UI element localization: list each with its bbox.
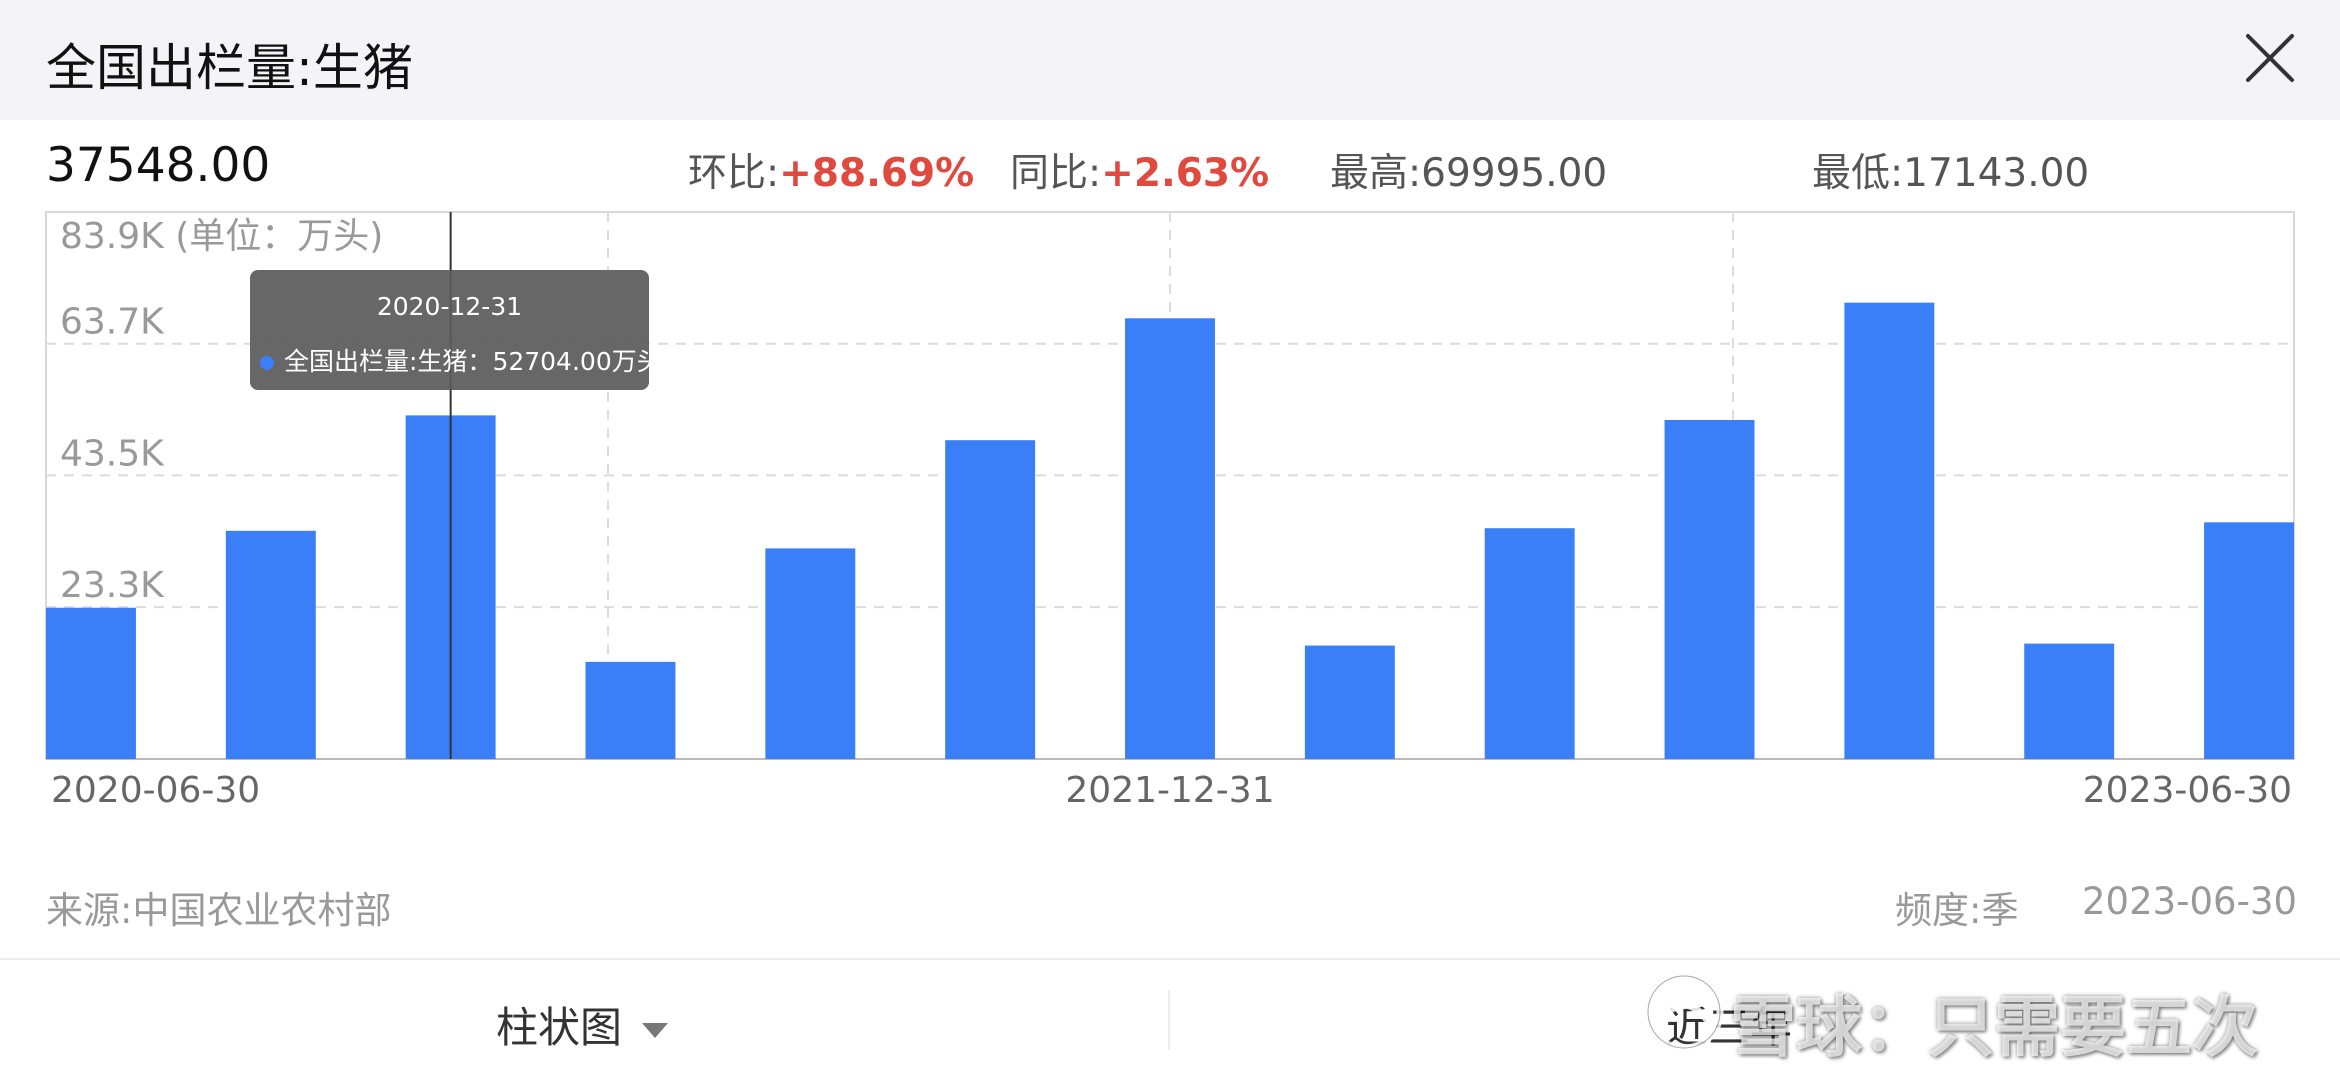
bar-chart[interactable]: 83.9K (单位：万头) 63.7K 43.5K 23.3K 2020-06-30 20… (0, 0, 2340, 860)
y-tick-label: 23.3K (60, 565, 165, 606)
chevron-down-icon (642, 1023, 669, 1038)
x-tick-label: 2020-06-30 (51, 770, 260, 811)
bar-2020-09-30[interactable] (225, 530, 316, 759)
y-tick-label: 43.5K (60, 433, 165, 474)
data-source: 来源:中国农业农村部 (46, 889, 392, 932)
y-tick-label: 63.7K (60, 302, 165, 343)
bar-2023-03-31[interactable] (2024, 643, 2115, 759)
bar-2020-06-30[interactable] (46, 607, 136, 759)
range-label: 近三年 (1666, 1003, 1793, 1052)
tooltip-row: 全国出栏量:生猪：52704.00万头 (260, 342, 662, 378)
tooltip-series-label: 全国出栏量:生猪： (284, 347, 493, 376)
bar-2022-09-30[interactable] (1664, 419, 1755, 759)
tooltip-date: 2020-12-31 (376, 292, 523, 321)
series-dot-icon (260, 356, 274, 370)
bar-2021-03-31[interactable] (585, 661, 676, 759)
bar-2021-06-30[interactable] (765, 548, 856, 759)
footer-info: 来源:中国农业农村部 频度:季 2023-06-30 (0, 880, 2340, 932)
chart-type-label: 柱状图 (496, 1003, 623, 1052)
latest-date: 2023-06-30 (2082, 880, 2298, 923)
x-tick-label: 2021-12-31 (1065, 770, 1274, 811)
chart-type-dropdown[interactable]: 柱状图 (496, 994, 669, 1055)
data-frequency: 频度:季 (1895, 889, 2019, 932)
range-dropdown[interactable]: 近三年 (1666, 994, 1792, 1055)
bar-2021-09-30[interactable] (945, 440, 1036, 759)
bar-2022-12-31[interactable] (1844, 302, 1935, 759)
bar-2022-03-31[interactable] (1304, 645, 1395, 759)
bottom-bar: 柱状图 近三年 (0, 960, 2340, 1080)
tooltip-value: 52704.00万头 (492, 347, 662, 376)
chart-tooltip: 2020-12-31 全国出栏量:生猪：52704.00万头 (250, 270, 662, 390)
bar-2023-06-30[interactable] (2204, 522, 2294, 759)
bar-2022-06-30[interactable] (1484, 528, 1575, 759)
bottom-divider (1168, 990, 1170, 1050)
y-tick-label: 83.9K (单位：万头) (60, 216, 383, 257)
bar-2021-12-31[interactable] (1125, 318, 1215, 759)
x-tick-label: 2023-06-30 (2083, 770, 2292, 811)
